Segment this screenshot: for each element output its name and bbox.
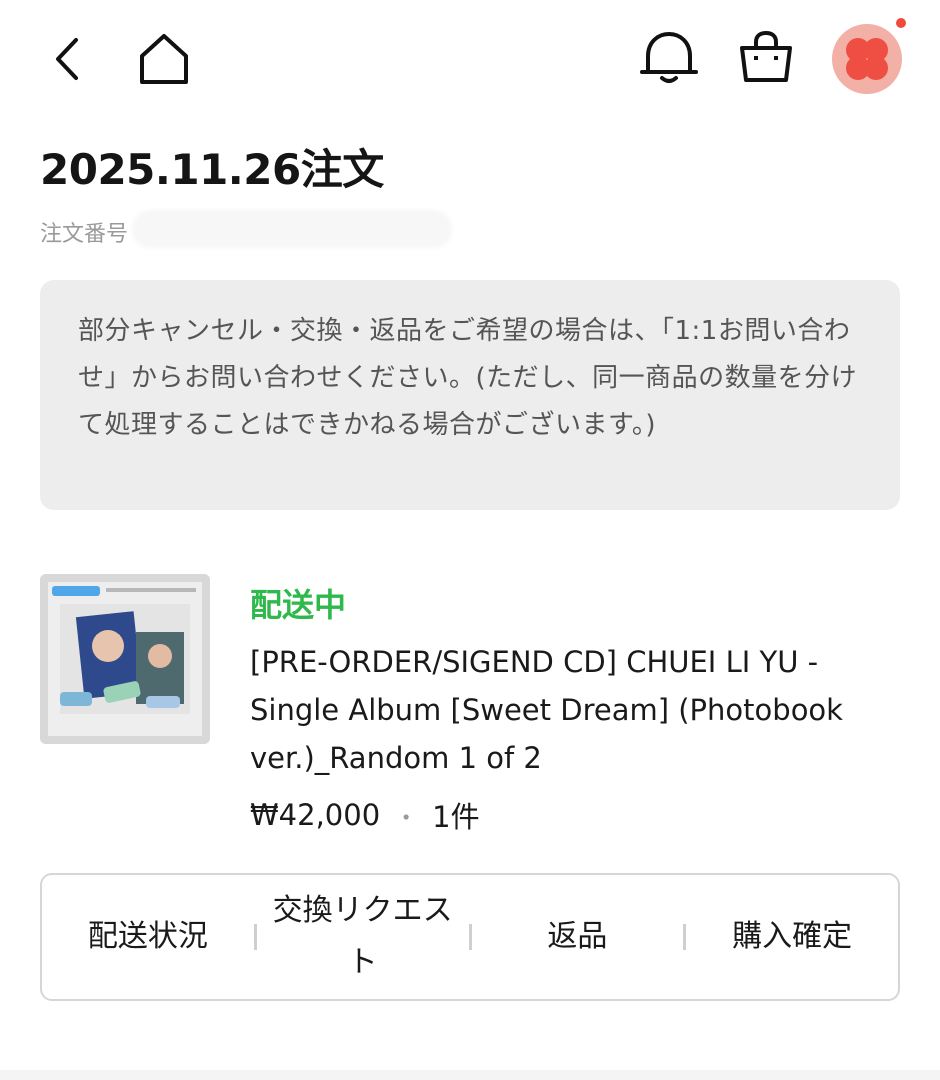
price-separator: ・ [394, 803, 419, 832]
album-cover-image [40, 574, 210, 744]
price-row: ₩42,000 ・ 1件 [250, 794, 480, 836]
order-detail-page: 2025.11.26注文 注文番号 部分キャンセル・交換・返品をご希望の場合は、… [0, 0, 940, 1080]
confirm-purchase-button-label: 購入確定 [732, 919, 853, 954]
avatar-flower-icon [846, 38, 888, 80]
back-icon[interactable] [46, 34, 86, 84]
order-date-title: 2025.11.26注文 [40, 145, 384, 194]
avatar[interactable] [832, 24, 902, 94]
bottom-strip [0, 1070, 940, 1080]
notice-text: 部分キャンセル・交換・返品をご希望の場合は、「1:1お問い合わせ」からお問い合わ… [78, 316, 858, 440]
order-number-label: 注文番号 [40, 222, 129, 247]
home-icon[interactable] [132, 30, 196, 88]
exchange-request-button[interactable]: 交換リクエスト [257, 875, 469, 999]
return-button[interactable]: 返品 [472, 875, 684, 999]
order-action-bar: 配送状況 交換リクエスト 返品 購入確定 [40, 873, 900, 1001]
product-title[interactable]: [PRE-ORDER/SIGEND CD] CHUEI LI YU - Sing… [250, 638, 890, 782]
product-thumbnail[interactable] [40, 574, 210, 744]
product-price: ₩42,000 [250, 798, 381, 832]
return-button-label: 返品 [547, 919, 608, 954]
confirm-purchase-button[interactable]: 購入確定 [686, 875, 898, 999]
order-number-row: 注文番号 [40, 210, 452, 250]
delivery-status-label: 配送中 [250, 586, 347, 624]
exchange-request-button-label: 交換リクエスト [272, 893, 453, 980]
product-quantity: 1件 [432, 800, 480, 834]
notification-dot [896, 18, 906, 28]
notice-box: 部分キャンセル・交換・返品をご希望の場合は、「1:1お問い合わせ」からお問い合わ… [40, 280, 900, 510]
shopping-bag-icon[interactable] [734, 28, 798, 86]
redaction-mark [132, 210, 452, 248]
top-navigation-bar [0, 0, 940, 120]
delivery-status-button[interactable]: 配送状況 [42, 875, 254, 999]
bell-icon[interactable] [636, 26, 702, 88]
delivery-status-button-label: 配送状況 [87, 919, 208, 954]
